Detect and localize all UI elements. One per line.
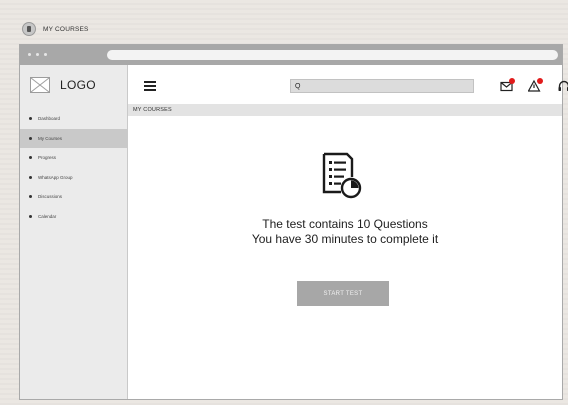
sidebar-item-label: Discussions xyxy=(38,194,63,200)
sidebar-nav: Dashboard My Courses Progress WhatsApp G… xyxy=(20,109,127,226)
search-icon: Q xyxy=(295,82,301,90)
test-document-icon xyxy=(321,152,363,200)
notification-dot xyxy=(537,78,543,84)
search-bar[interactable]: Q xyxy=(290,79,474,93)
test-time-limit: You have 30 minutes to complete it xyxy=(251,232,439,246)
search-input[interactable] xyxy=(302,83,463,89)
window-dot-icon[interactable] xyxy=(44,53,47,56)
sidebar-item-label: Calendar xyxy=(38,213,57,219)
caption-text: MY COURSES xyxy=(43,25,89,33)
browser-window: LOGO Dashboard My Courses Progress Whats… xyxy=(19,44,568,400)
alert-icon[interactable] xyxy=(527,78,543,93)
main-content: The test contains 10 Questions You have … xyxy=(128,116,562,399)
sidebar-item-dashboard[interactable]: Dashboard xyxy=(20,109,127,129)
window-controls[interactable] xyxy=(28,53,47,56)
sidebar-item-label: WhatsApp Group xyxy=(38,174,73,180)
window-dot-icon[interactable] xyxy=(36,53,39,56)
bullet-icon xyxy=(29,175,32,179)
address-bar[interactable] xyxy=(107,50,558,60)
test-info: The test contains 10 Questions You have … xyxy=(128,217,562,247)
logo-text: LOGO xyxy=(60,78,96,92)
bullet-icon xyxy=(29,214,32,218)
logo[interactable]: LOGO xyxy=(30,77,96,93)
headset-icon[interactable] xyxy=(557,79,568,93)
breadcrumb-title: MY COURSES xyxy=(133,107,172,113)
logo-placeholder-icon xyxy=(30,77,50,93)
bullet-icon xyxy=(29,195,32,199)
bullet-icon xyxy=(29,156,32,160)
bullet-icon xyxy=(29,117,32,121)
mail-icon[interactable] xyxy=(500,78,515,93)
caption-icon xyxy=(22,22,36,36)
sidebar-item-discussions[interactable]: Discussions xyxy=(20,187,127,207)
top-bar: Q xyxy=(128,65,568,104)
sidebar-item-calendar[interactable]: Calendar xyxy=(20,207,127,227)
sidebar: LOGO Dashboard My Courses Progress Whats… xyxy=(20,65,128,399)
sidebar-item-group[interactable]: WhatsApp Group xyxy=(20,168,127,188)
breadcrumb: MY COURSES xyxy=(128,104,562,116)
page-caption: MY COURSES xyxy=(22,22,89,36)
start-test-button[interactable]: START TEST xyxy=(297,281,389,306)
bullet-icon xyxy=(29,136,32,140)
window-dot-icon[interactable] xyxy=(28,53,31,56)
notification-dot xyxy=(509,78,515,84)
sidebar-item-label: Dashboard xyxy=(38,116,61,122)
hamburger-icon[interactable] xyxy=(144,81,156,93)
browser-chrome xyxy=(20,45,562,65)
sidebar-item-progress[interactable]: Progress xyxy=(20,148,127,168)
test-question-count: The test contains 10 Questions xyxy=(262,217,428,231)
sidebar-item-label: My Courses xyxy=(38,135,63,141)
sidebar-item-label: Progress xyxy=(38,155,57,161)
sidebar-item-my-courses[interactable]: My Courses xyxy=(20,128,127,148)
